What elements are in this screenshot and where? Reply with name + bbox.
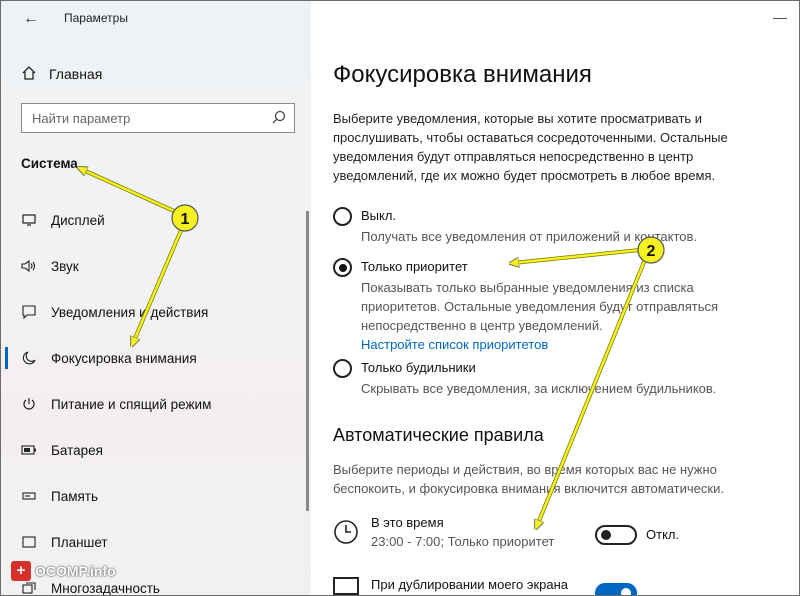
sidebar-item-notifications[interactable]: Уведомления и действия: [1, 289, 301, 335]
watermark-text: OCOMP.info: [35, 563, 116, 579]
plus-icon: +: [11, 561, 31, 581]
sidebar-item-focus-assist[interactable]: Фокусировка внимания: [1, 335, 301, 381]
home-icon: [21, 65, 37, 84]
option-desc-text: Показывать только выбранные уведомления …: [361, 280, 719, 333]
radio-off[interactable]: [333, 207, 352, 226]
sidebar-item-label: Уведомления и действия: [51, 304, 209, 320]
rule-title: В это время: [371, 515, 444, 530]
sidebar-item-label: Память: [51, 488, 99, 504]
power-icon: [21, 397, 37, 411]
sidebar-home[interactable]: Главная: [21, 63, 102, 85]
radio-priority-only[interactable]: [333, 258, 352, 277]
sidebar-item-label: Звук: [51, 258, 79, 274]
sidebar: ← Параметры Главная Найти параметр Систе…: [1, 1, 311, 595]
tablet-icon: [21, 536, 37, 548]
sidebar-item-label: Планшет: [51, 534, 108, 550]
option-label: Выкл.: [361, 208, 397, 223]
sidebar-item-display[interactable]: Дисплей: [1, 197, 301, 243]
option-desc: Скрывать все уведомления, за исключением…: [361, 381, 717, 396]
rule-toggle[interactable]: [595, 525, 637, 545]
option-desc: Показывать только выбранные уведомления …: [361, 278, 741, 354]
back-arrow-icon[interactable]: ←: [19, 7, 43, 31]
storage-icon: [21, 491, 37, 501]
sidebar-item-power[interactable]: Питание и спящий режим: [1, 381, 301, 427]
battery-icon: [21, 445, 37, 455]
search-icon: [272, 110, 286, 127]
intro-text: Выберите уведомления, которые вы хотите …: [333, 111, 728, 183]
watermark: + OCOMP.info: [11, 559, 116, 583]
rule-subtitle: 23:00 - 7:00; Только приоритет: [371, 534, 555, 549]
option-label: Только приоритет: [361, 259, 468, 274]
sidebar-home-label: Главная: [49, 66, 103, 82]
rule-during-these-times[interactable]: В это время 23:00 - 7:00; Только приорит…: [333, 515, 773, 555]
option-label: Только будильники: [361, 360, 476, 375]
sidebar-item-label: Фокусировка внимания: [51, 350, 197, 366]
minimize-button[interactable]: —: [773, 9, 787, 25]
sidebar-nav: Дисплей Звук Уведомления и действия Фоку…: [1, 197, 301, 595]
rule-duplicating-display[interactable]: При дублировании моего экрана: [333, 571, 773, 595]
multitask-icon: [21, 582, 37, 594]
priority-list-link[interactable]: Настройте список приоритетов: [361, 337, 548, 352]
auto-rules-heading: Автоматические правила: [333, 425, 544, 445]
app-title: Параметры: [64, 11, 128, 25]
clock-icon: [333, 519, 359, 545]
monitor-icon: [21, 214, 37, 226]
radio-alarms-only[interactable]: [333, 359, 352, 378]
auto-rules-desc: Выберите периоды и действия, во время ко…: [333, 462, 724, 496]
display-duplicate-icon: [333, 577, 359, 595]
search-input[interactable]: Найти параметр: [21, 103, 295, 133]
notification-icon: [21, 305, 37, 319]
sidebar-item-battery[interactable]: Батарея: [1, 427, 301, 473]
sidebar-item-label: Батарея: [51, 442, 103, 458]
search-placeholder: Найти параметр: [32, 110, 131, 126]
settings-window: ← Параметры Главная Найти параметр Систе…: [0, 0, 800, 596]
sidebar-item-storage[interactable]: Память: [1, 473, 301, 519]
sidebar-item-label: Дисплей: [51, 212, 105, 228]
page-title: Фокусировка внимания: [333, 61, 592, 88]
sidebar-scrollbar[interactable]: [306, 211, 309, 511]
toggle-state-label: Откл.: [646, 527, 680, 542]
sidebar-item-label: Питание и спящий режим: [51, 396, 212, 412]
option-desc: Получать все уведомления от приложений и…: [361, 229, 698, 244]
moon-icon: [21, 351, 37, 365]
section-title: Система: [21, 156, 78, 171]
speaker-icon: [21, 259, 37, 273]
rule-title: При дублировании моего экрана: [371, 577, 569, 592]
sidebar-item-sound[interactable]: Звук: [1, 243, 301, 289]
rule-toggle[interactable]: [595, 583, 637, 595]
